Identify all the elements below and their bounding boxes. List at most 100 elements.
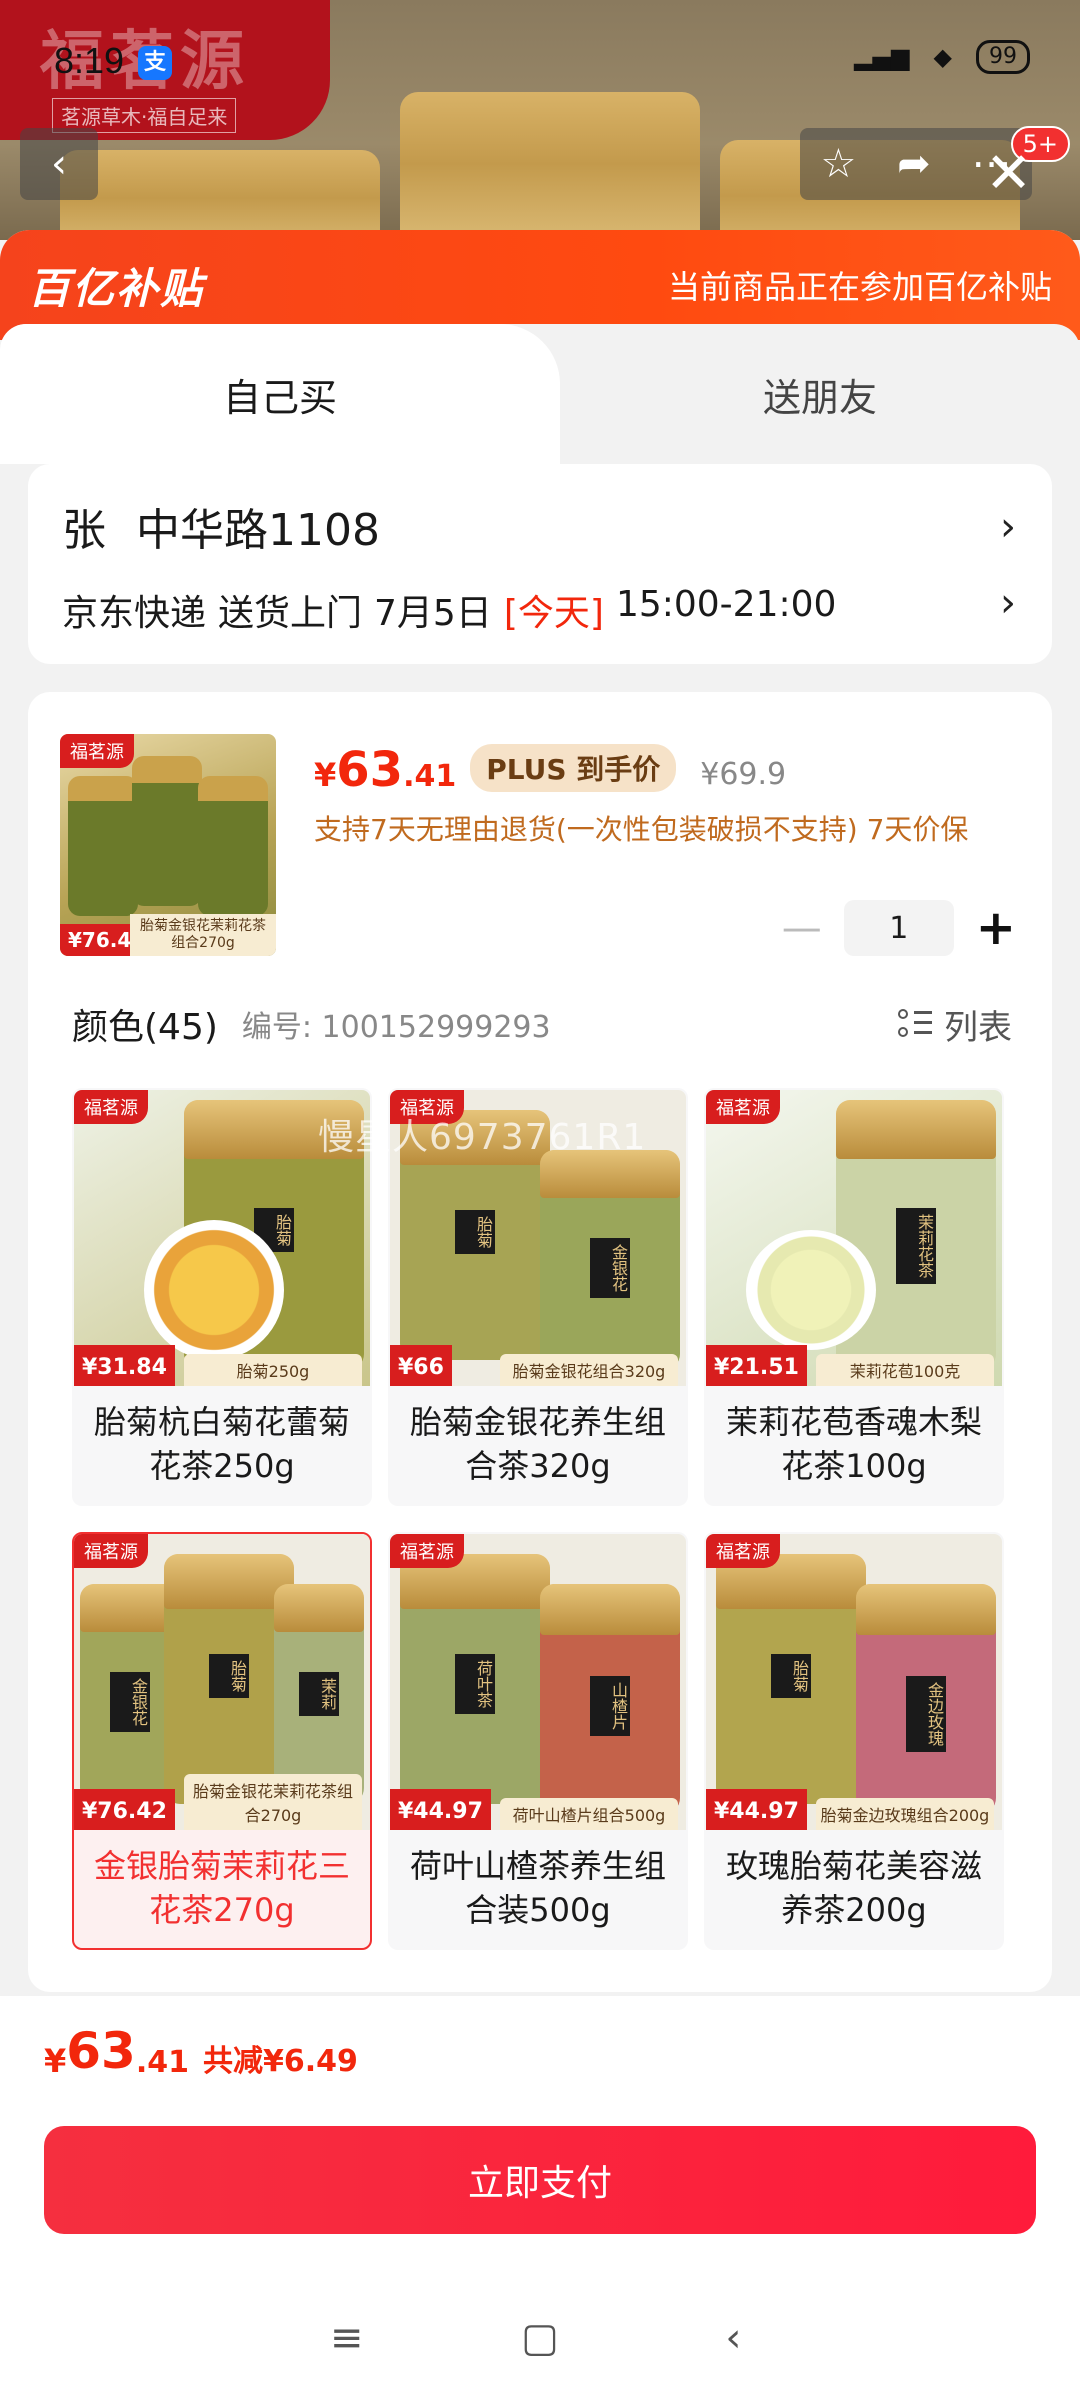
product-code: 编号: 100152999293 [241, 1010, 551, 1045]
product-card: 福茗源 ¥76.42 胎菊金银花茉莉花茶组合270g ¥63.41 PLUS 到… [28, 692, 1052, 1992]
recipient-name: 张 [62, 505, 106, 556]
brand-tag: 福茗源 [706, 1090, 780, 1124]
plus-icon[interactable]: + [976, 900, 1016, 956]
tea-cup-image [746, 1230, 876, 1350]
option-name: 玫瑰胎菊花美容滋养茶200g [725, 1847, 982, 1929]
color-section-header: 颜色(45) 编号: 100152999293 列表 [72, 998, 1012, 1050]
chevron-right-icon[interactable]: › [1000, 580, 1016, 626]
option-name: 胎菊杭白菊花蕾菊花茶250g [93, 1403, 350, 1485]
buy-mode-tabs: 送朋友 自己买 [0, 324, 1080, 464]
option-image: 茉莉花茶 福茗源 ¥21.51 茉莉花苞100克 [706, 1090, 1002, 1386]
delivery-mode: 送货上门 [218, 593, 363, 634]
option-name: 茉莉花苞香魂木梨花茶100g [725, 1403, 982, 1485]
product-page-background: 福茗源 茗源草木·福自足来 [0, 0, 1080, 240]
jar-image: 金边玫瑰 [856, 1584, 996, 1814]
color-title: 颜色(45) [72, 1007, 218, 1048]
jar-image [132, 756, 202, 906]
option-image: 金银花 胎菊 茉莉 福茗源 ¥76.42 胎菊金银花茉莉花茶组合270g [74, 1534, 370, 1830]
delivery-time: 15:00-21:00 [615, 584, 837, 625]
list-icon [898, 1007, 932, 1041]
star-icon[interactable]: ☆ [820, 141, 856, 187]
price-int: 63 [336, 742, 404, 798]
jar-image [198, 776, 268, 916]
back-button[interactable]: ‹ [20, 128, 98, 200]
quantity-stepper: — 1 + [782, 900, 1016, 956]
jar-image: 茉莉 [274, 1584, 364, 1804]
jar-image: 茉莉花茶 [836, 1100, 996, 1370]
service-guarantee: 支持7天无理由退货(一次性包装破损不支持) 7天价保 [314, 813, 969, 846]
jar-image: 山楂片 [540, 1584, 680, 1814]
tab-buy-self[interactable]: 自己买 [0, 324, 560, 464]
back-icon: ‹ [51, 141, 67, 187]
share-icon[interactable]: ➦ [897, 141, 931, 187]
color-option[interactable]: 荷叶茶 山楂片 福茗源 ¥44.97 荷叶山楂片组合500g 荷叶山楂茶养生组合… [388, 1532, 688, 1950]
option-name: 金银胎菊茉莉花三花茶270g [93, 1847, 350, 1929]
option-desc-tag: 胎菊金银花组合320g [500, 1354, 678, 1386]
color-option[interactable]: 胎菊 金边玫瑰 福茗源 ¥44.97 胎菊金边玫瑰组合200g 玫瑰胎菊花美容滋… [704, 1532, 1004, 1950]
status-time: 8:19 [54, 40, 125, 81]
color-option[interactable]: 茉莉花茶 福茗源 ¥21.51 茉莉花苞100克 茉莉花苞香魂木梨花茶100g [704, 1088, 1004, 1506]
total-dec: .41 [135, 2045, 190, 2080]
street-address: 中华路1108 [136, 505, 380, 556]
brand-tag: 福茗源 [706, 1534, 780, 1568]
product-jar-image [400, 92, 700, 240]
color-options-grid: 胎菊 福茗源 ¥31.84 胎菊250g 胎菊杭白菊花蕾菊花茶250g 胎菊 金… [72, 1088, 1004, 1950]
option-price-tag: ¥66 [390, 1345, 452, 1386]
delivery-line[interactable]: 京东快递 送货上门 7月5日 [今天] 15:00-21:00 [62, 584, 1018, 636]
status-icons: ▂▄▆ ◆ 99 [854, 40, 1030, 74]
tea-cup-image [144, 1220, 284, 1360]
jar-image [68, 776, 138, 916]
brand-tag: 福茗源 [60, 734, 134, 768]
back-nav-icon[interactable]: ‹ [713, 2315, 753, 2361]
option-name: 荷叶山楂茶养生组合装500g [409, 1847, 666, 1929]
address-card[interactable]: 张 中华路1108 › 京东快递 送货上门 7月5日 [今天] 15:00-21… [28, 464, 1052, 664]
today-tag: [今天] [503, 593, 604, 634]
courier: 京东快递 [62, 593, 207, 634]
discount-total: 共减¥6.49 [203, 2044, 358, 2079]
option-price-tag: ¥31.84 [74, 1345, 175, 1386]
option-price-tag: ¥44.97 [390, 1789, 491, 1830]
option-desc-tag: 胎菊金银花茉莉花茶组合270g [184, 1774, 362, 1830]
product-jar-image [60, 150, 380, 240]
plus-price-badge: PLUS 到手价 [470, 744, 677, 792]
minus-icon[interactable]: — [782, 905, 822, 951]
option-price-tag: ¥21.51 [706, 1345, 807, 1386]
price-yen: ¥ [314, 756, 337, 794]
current-price: ¥63.41 [314, 742, 456, 798]
address-name-line: 张 中华路1108 [62, 494, 1018, 558]
total-int: 63 [66, 2022, 136, 2080]
option-price-tag: ¥76.42 [74, 1789, 175, 1830]
jar-image: 金银花 [540, 1150, 680, 1370]
signal-icon: ▂▄▆ [854, 43, 910, 71]
jar-image: 荷叶茶 [400, 1554, 550, 1804]
close-icon[interactable]: ✕ [985, 146, 1032, 202]
option-desc-tag: 荷叶山楂片组合500g [500, 1798, 678, 1830]
color-option-selected[interactable]: 金银花 胎菊 茉莉 福茗源 ¥76.42 胎菊金银花茉莉花茶组合270g 金银胎… [72, 1532, 372, 1950]
quantity-input[interactable]: 1 [843, 900, 954, 956]
option-price-tag: ¥44.97 [706, 1789, 807, 1830]
system-nav-bar: ≡ ▢ ‹ [0, 2315, 1080, 2361]
price-dec: .41 [403, 759, 457, 794]
pay-now-button[interactable]: 立即支付 [44, 2126, 1036, 2234]
option-desc-tag: 茉莉花苞100克 [816, 1354, 994, 1386]
jar-image: 胎菊 [716, 1554, 866, 1804]
tab-gift-friend[interactable]: 送朋友 [560, 324, 1080, 464]
list-label: 列表 [944, 1007, 1012, 1048]
chevron-right-icon[interactable]: › [1000, 504, 1016, 550]
list-view-button[interactable]: 列表 [898, 1000, 1012, 1049]
battery-icon: 99 [976, 40, 1030, 74]
menu-icon[interactable]: ≡ [327, 2315, 367, 2361]
thumb-desc-tag: 胎菊金银花茉莉花茶组合270g [130, 914, 276, 956]
home-icon[interactable]: ▢ [520, 2315, 560, 2361]
total-price: ¥63.41 共减¥6.49 [44, 2022, 358, 2080]
watermark-text: 慢星人6973761R1 [318, 1117, 647, 1158]
option-image: 荷叶茶 山楂片 福茗源 ¥44.97 荷叶山楂片组合500g [390, 1534, 686, 1830]
brand-tag: 福茗源 [74, 1534, 148, 1568]
subsidy-logo: 百亿补贴 [28, 263, 205, 313]
alipay-icon: 支 [138, 46, 172, 80]
option-desc-tag: 胎菊250g [184, 1354, 362, 1386]
option-name: 胎菊金银花养生组合茶320g [409, 1403, 666, 1485]
product-thumbnail: 福茗源 ¥76.42 胎菊金银花茉莉花茶组合270g [60, 734, 276, 956]
option-desc-tag: 胎菊金边玫瑰组合200g [816, 1798, 994, 1830]
original-price: ¥69.9 [700, 757, 787, 792]
